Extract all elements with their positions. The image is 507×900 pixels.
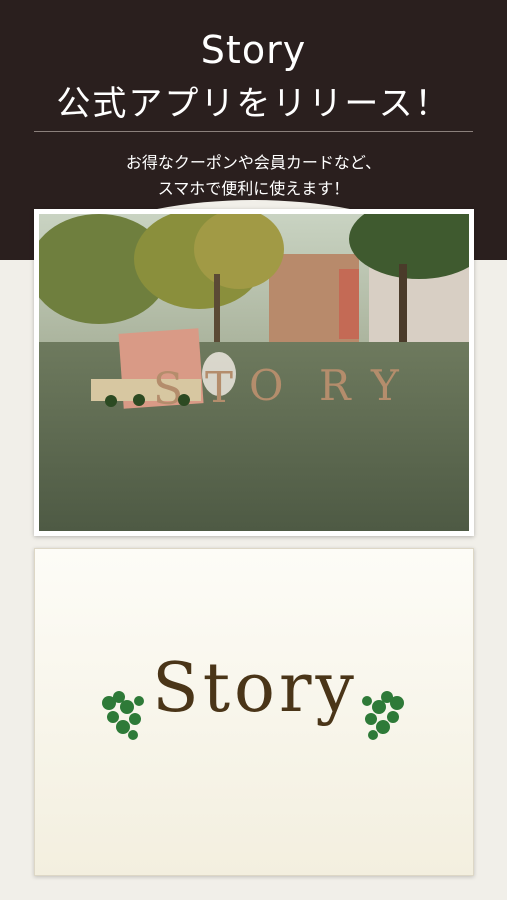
release-headline: 公式アプリをリリース！	[56, 84, 451, 124]
park-photo: S O R Y T	[39, 214, 469, 531]
subtitle-line-1: お得なクーポンや会員カードなど、	[125, 153, 382, 172]
ivy-leaf-icon	[357, 687, 407, 747]
logo-card: Story	[34, 548, 474, 876]
divider	[34, 131, 473, 132]
logo-wordmark: Story	[152, 649, 358, 728]
svg-text:R: R	[319, 361, 352, 410]
svg-text:S: S	[153, 364, 183, 415]
subtitle-line-2: スマホで便利に使えます！	[157, 179, 350, 198]
svg-text:T: T	[205, 363, 233, 412]
photo-frame: S O R Y T	[34, 209, 474, 536]
svg-text:O: O	[249, 361, 283, 410]
app-title-en: Story	[200, 28, 307, 72]
svg-text:Y: Y	[370, 361, 400, 410]
